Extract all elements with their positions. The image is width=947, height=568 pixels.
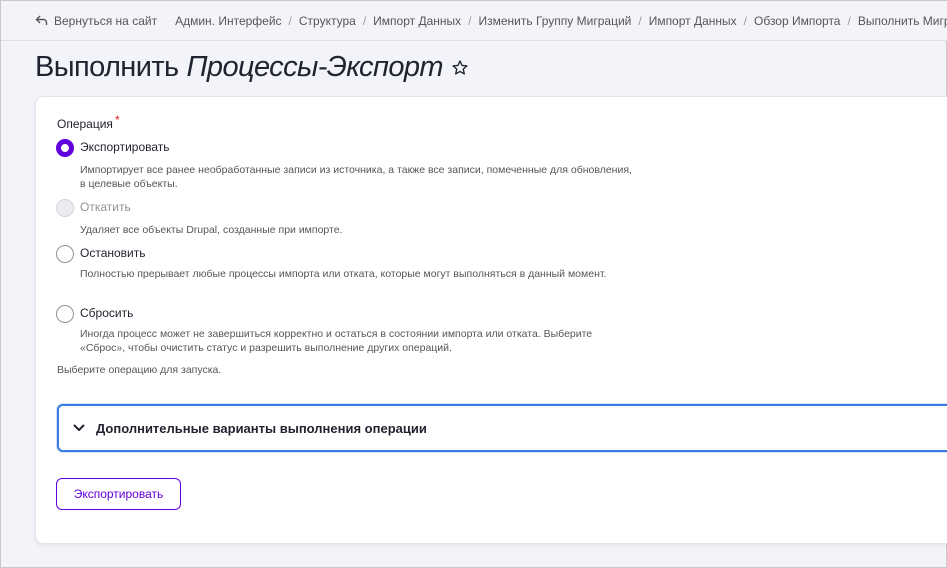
radio-stop[interactable] bbox=[56, 245, 74, 263]
required-marker: * bbox=[114, 113, 120, 127]
option-stop-description: Полностью прерывает любые процессы импор… bbox=[80, 268, 607, 280]
option-reset-label[interactable]: Сбросить bbox=[80, 306, 133, 320]
breadcrumb-separator: / bbox=[638, 13, 642, 28]
option-rollback-label: Откатить bbox=[80, 200, 131, 214]
breadcrumb-separator: / bbox=[743, 13, 747, 28]
page-title-migration-name: Процессы-Экспорт bbox=[186, 51, 444, 83]
breadcrumb-separator: / bbox=[468, 13, 472, 28]
operation-label-text: Операция bbox=[57, 117, 113, 131]
operation-label: Операция * bbox=[57, 113, 120, 131]
advanced-options-summary: Дополнительные варианты выполнения опера… bbox=[96, 420, 427, 436]
star-outline-icon[interactable] bbox=[451, 59, 469, 77]
page-title-prefix: Выполнить bbox=[35, 51, 179, 83]
option-export-label[interactable]: Экспортировать bbox=[80, 140, 170, 154]
radio-export[interactable] bbox=[56, 139, 74, 157]
breadcrumb-item-structure[interactable]: Структура bbox=[299, 14, 356, 28]
breadcrumb-item-import-2[interactable]: Импорт Данных bbox=[649, 14, 737, 28]
back-to-site-label: Вернуться на сайт bbox=[54, 13, 158, 28]
page-title: Выполнить Процессы-Экспорт bbox=[35, 51, 469, 84]
breadcrumb-bar: Вернуться на сайт Админ. Интерфейс / Стр… bbox=[1, 1, 947, 41]
breadcrumb-item-admin[interactable]: Админ. Интерфейс bbox=[175, 14, 281, 28]
option-rollback-description: Удаляет все объекты Drupal, созданные пр… bbox=[80, 224, 343, 236]
option-export-description: Импортирует все ранее необработанные зап… bbox=[80, 164, 632, 190]
breadcrumb-separator: / bbox=[362, 13, 367, 28]
arrow-return-left-icon bbox=[35, 15, 48, 25]
option-stop-label[interactable]: Остановить bbox=[80, 246, 146, 260]
radio-rollback bbox=[56, 199, 74, 217]
breadcrumb-item-edit-group[interactable]: Изменить Группу Миграций bbox=[478, 14, 631, 28]
operation-help-text: Выберите операцию для запуска. bbox=[57, 364, 222, 376]
breadcrumb-item-execute[interactable]: Выполнить Миграцию bbox=[858, 14, 947, 28]
breadcrumb-separator: / bbox=[847, 13, 851, 28]
breadcrumb-separator: / bbox=[288, 13, 292, 28]
advanced-options-details[interactable]: Дополнительные варианты выполнения опера… bbox=[57, 404, 947, 452]
breadcrumb-item-import[interactable]: Импорт Данных bbox=[373, 14, 461, 28]
chevron-down-icon bbox=[73, 424, 85, 431]
option-reset-description: Иногда процесс может не завершиться корр… bbox=[80, 328, 593, 354]
breadcrumb-item-overview[interactable]: Обзор Импорта bbox=[754, 14, 840, 28]
export-submit-button[interactable]: Экспортировать bbox=[56, 478, 181, 510]
radio-reset[interactable] bbox=[56, 305, 74, 323]
back-to-site-link[interactable]: Вернуться на сайт bbox=[35, 14, 157, 28]
breadcrumb: Админ. Интерфейс / Структура / Импорт Да… bbox=[175, 14, 947, 28]
operation-form-card: Операция * Экспортировать Импортирует все… bbox=[35, 96, 947, 544]
